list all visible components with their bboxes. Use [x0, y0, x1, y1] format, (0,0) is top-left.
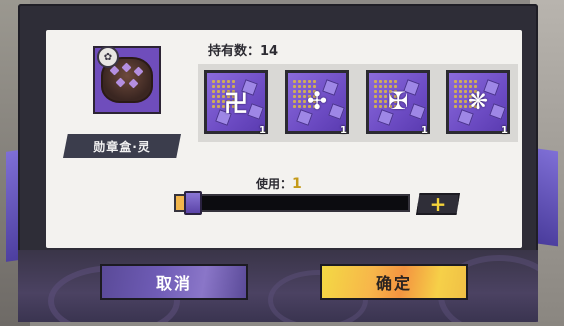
- medal-glyph-icon: ✠: [387, 86, 409, 115]
- held-count-label: 持有数：14: [208, 44, 279, 59]
- medal-count: 1: [340, 125, 347, 136]
- confirm-button[interactable]: 确定: [320, 264, 468, 300]
- medal-item[interactable]: ✠ 1: [366, 70, 430, 136]
- decor-strip-right: [538, 148, 558, 247]
- medal-count: 1: [501, 125, 508, 136]
- medal-count: 1: [421, 125, 428, 136]
- use-count: 1: [292, 176, 302, 192]
- medal-glyph-icon: ❋: [467, 86, 489, 115]
- medal-count: 1: [259, 125, 266, 136]
- seal-icon: ✿: [97, 46, 119, 68]
- use-label: 使用：1: [256, 175, 302, 192]
- medal-glyph-icon: 卍: [224, 89, 248, 118]
- quantity-slider-track[interactable]: [174, 194, 410, 212]
- medal-glyph-icon: ✣: [306, 86, 328, 115]
- use-label-text: 使用：: [256, 177, 293, 191]
- item-name: 勋章盒·灵: [63, 134, 181, 158]
- medal-item[interactable]: ✣ 1: [285, 70, 349, 136]
- medals-tray: 卍 1 ✣ 1 ✠ 1 ❋ 1: [198, 64, 518, 142]
- quantity-slider-thumb[interactable]: [184, 191, 202, 215]
- increase-button[interactable]: +: [416, 193, 460, 215]
- cancel-button[interactable]: 取消: [100, 264, 248, 300]
- medal-item[interactable]: ❋ 1: [446, 70, 510, 136]
- medal-item[interactable]: 卍 1: [204, 70, 268, 136]
- plus-icon: +: [429, 192, 447, 216]
